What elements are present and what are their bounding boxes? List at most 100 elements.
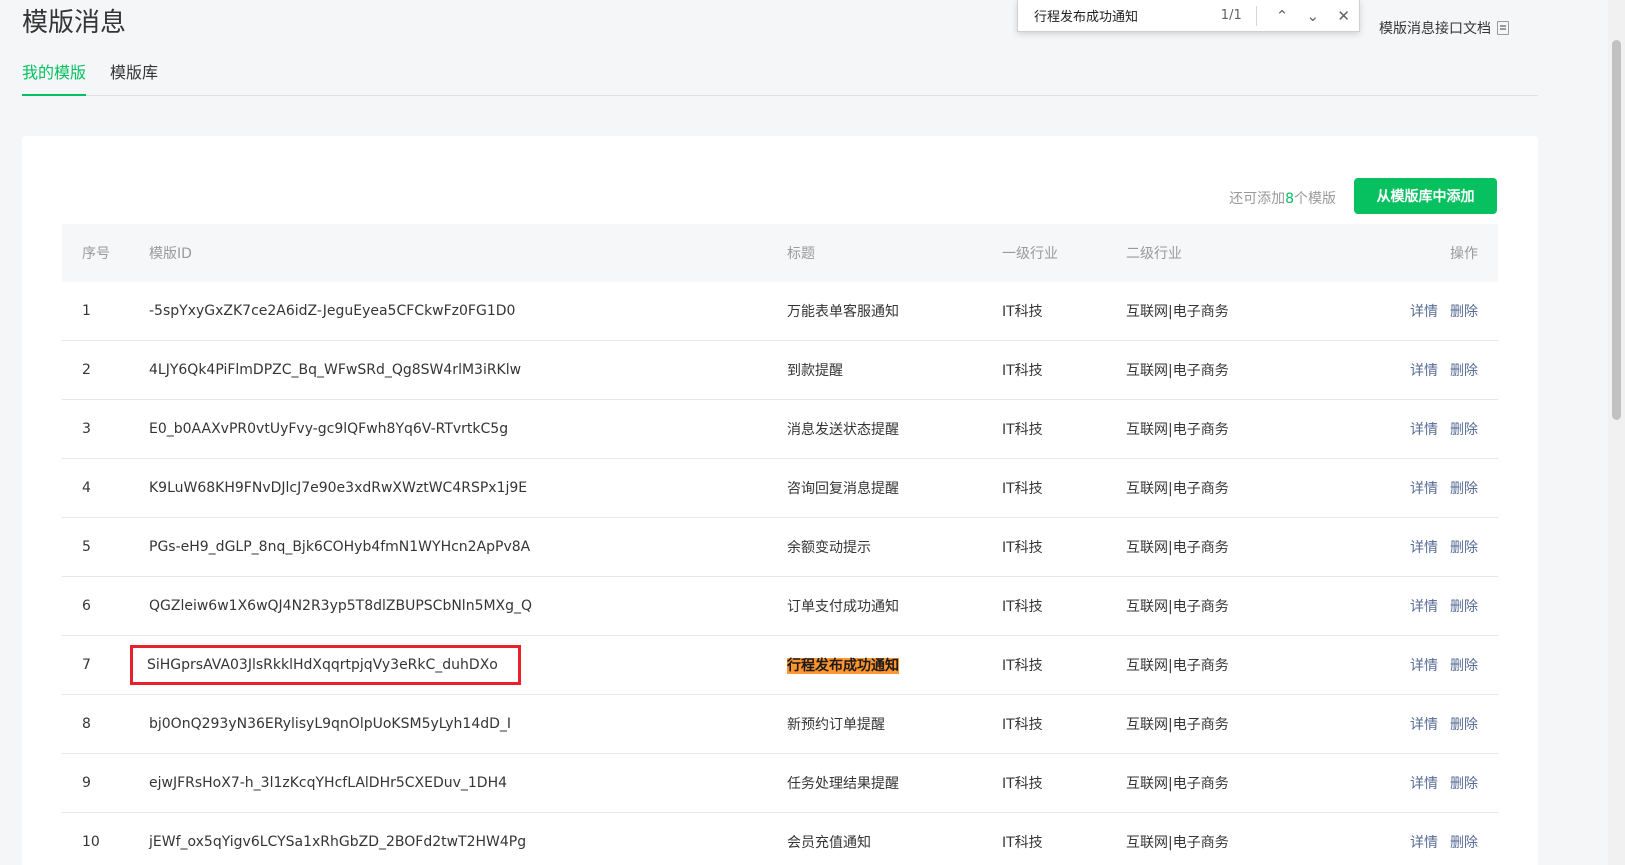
row-template-id: QGZleiw6w1X6wQJ4N2R3yp5T8dlZBUPSCbNln5MX… <box>149 598 533 614</box>
row-industry2: 互联网|电子商务 <box>1126 835 1229 851</box>
row-industry1: IT科技 <box>1002 481 1043 497</box>
detail-link[interactable]: 详情 <box>1410 717 1438 733</box>
row-template-id: 4LJY6Qk4PiFlmDPZC_Bq_WFwSRd_Qg8SW4rlM3iR… <box>149 362 522 378</box>
detail-link[interactable]: 详情 <box>1410 835 1438 851</box>
scrollbar-thumb[interactable] <box>1612 40 1621 420</box>
row-index: 5 <box>82 539 91 555</box>
row-template-id-cell: K9LuW68KH9FNvDJlcJ7e90e3xdRwXWztWC4RSPx1… <box>147 480 787 496</box>
row-industry2: 互联网|电子商务 <box>1126 540 1229 556</box>
remaining-quota-text: 还可添加8个模版 <box>1229 188 1336 208</box>
row-index: 10 <box>82 834 100 850</box>
api-doc-link[interactable]: 模版消息接口文档 <box>1379 18 1509 38</box>
row-industry2: 互联网|电子商务 <box>1126 658 1229 674</box>
row-template-id: -5spYxyGxZK7ce2A6idZ-JeguEyea5CFCkwFz0FG… <box>149 303 516 319</box>
find-previous-icon[interactable]: ⌃ <box>1267 7 1298 25</box>
api-doc-link-label: 模版消息接口文档 <box>1379 21 1491 37</box>
row-template-id-cell: E0_b0AAXvPR0vtUyFvy-gc9lQFwh8Yq6V-RTvrtk… <box>147 421 787 437</box>
row-template-id-cell: -5spYxyGxZK7ce2A6idZ-JeguEyea5CFCkwFz0FG… <box>147 303 787 319</box>
find-next-icon[interactable]: ⌄ <box>1297 7 1328 25</box>
delete-link[interactable]: 删除 <box>1450 540 1478 556</box>
row-title: 任务处理结果提醒 <box>787 776 899 792</box>
delete-link[interactable]: 删除 <box>1450 363 1478 379</box>
table-row: 3 E0_b0AAXvPR0vtUyFvy-gc9lQFwh8Yq6V-RTvrt… <box>62 400 1498 459</box>
row-industry2: 互联网|电子商务 <box>1126 304 1229 320</box>
row-industry1: IT科技 <box>1002 599 1043 615</box>
find-close-icon[interactable]: ✕ <box>1328 7 1359 25</box>
tab-bar: 我的模版 模版库 <box>22 60 1538 96</box>
tab-my-templates[interactable]: 我的模版 <box>22 60 87 96</box>
row-industry1: IT科技 <box>1002 717 1043 733</box>
row-industry1: IT科技 <box>1002 835 1043 851</box>
row-title-cell: 余额变动提示 <box>787 537 1002 557</box>
detail-link[interactable]: 详情 <box>1410 776 1438 792</box>
row-template-id: E0_b0AAXvPR0vtUyFvy-gc9lQFwh8Yq6V-RTvrtk… <box>149 421 509 437</box>
row-title: 余额变动提示 <box>787 540 871 556</box>
tab-template-library[interactable]: 模版库 <box>110 60 158 96</box>
row-title-cell: 订单支付成功通知 <box>787 596 1002 616</box>
row-template-id-cell: QGZleiw6w1X6wQJ4N2R3yp5T8dlZBUPSCbNln5MX… <box>147 598 787 614</box>
detail-link[interactable]: 详情 <box>1410 363 1438 379</box>
row-industry1: IT科技 <box>1002 422 1043 438</box>
delete-link[interactable]: 删除 <box>1450 481 1478 497</box>
table-header: 序号 模版ID 标题 一级行业 二级行业 操作 <box>62 224 1498 282</box>
row-index: 2 <box>82 362 91 378</box>
detail-link[interactable]: 详情 <box>1410 658 1438 674</box>
detail-link[interactable]: 详情 <box>1410 481 1438 497</box>
table-row: 6 QGZleiw6w1X6wQJ4N2R3yp5T8dlZBUPSCbNln5M… <box>62 577 1498 636</box>
row-index: 3 <box>82 421 91 437</box>
row-template-id: K9LuW68KH9FNvDJlcJ7e90e3xdRwXWztWC4RSPx1… <box>149 480 528 496</box>
row-template-id-cell: SiHGprsAVA03JlsRkklHdXqqrtpjqVy3eRkC_duh… <box>130 645 787 685</box>
table-row: 1 -5spYxyGxZK7ce2A6idZ-JeguEyea5CFCkwFz0F… <box>62 282 1498 341</box>
row-ops: 详情 删除 <box>1358 537 1498 557</box>
row-index: 6 <box>82 598 91 614</box>
row-industry1: IT科技 <box>1002 304 1043 320</box>
row-ops: 详情 删除 <box>1358 655 1498 675</box>
row-industry2: 互联网|电子商务 <box>1126 717 1229 733</box>
row-title-cell: 咨询回复消息提醒 <box>787 478 1002 498</box>
row-ops: 详情 删除 <box>1358 301 1498 321</box>
row-title-cell: 会员充值通知 <box>787 832 1002 852</box>
row-template-id-cell: jEWf_ox5qYigv6LCYSa1xRhGbZD_2BOFd2twT2HW… <box>147 834 787 850</box>
delete-link[interactable]: 删除 <box>1450 776 1478 792</box>
remaining-suffix: 个模版 <box>1294 191 1336 207</box>
template-table: 序号 模版ID 标题 一级行业 二级行业 操作 1 -5spYxyGxZK7ce2… <box>62 224 1498 865</box>
header-industry1: 一级行业 <box>1002 246 1058 262</box>
header-title: 标题 <box>787 246 815 262</box>
delete-link[interactable]: 删除 <box>1450 658 1478 674</box>
detail-link[interactable]: 详情 <box>1410 304 1438 320</box>
row-title: 消息发送状态提醒 <box>787 422 899 438</box>
header-index: 序号 <box>82 246 110 262</box>
row-title: 到款提醒 <box>787 363 843 379</box>
row-industry2: 互联网|电子商务 <box>1126 776 1229 792</box>
detail-link[interactable]: 详情 <box>1410 540 1438 556</box>
row-template-id: bj0OnQ293yN36ERylisyL9qnOlpUoKSM5yLyh14d… <box>149 716 512 732</box>
table-row: 4 K9LuW68KH9FNvDJlcJ7e90e3xdRwXWztWC4RSPx… <box>62 459 1498 518</box>
remaining-prefix: 还可添加 <box>1229 191 1286 207</box>
row-template-id: SiHGprsAVA03JlsRkklHdXqqrtpjqVy3eRkC_duh… <box>130 645 521 685</box>
detail-link[interactable]: 详情 <box>1410 599 1438 615</box>
row-title-cell: 到款提醒 <box>787 360 1002 380</box>
page-title: 模版消息 <box>22 8 127 38</box>
delete-link[interactable]: 删除 <box>1450 717 1478 733</box>
table-row: 8 bj0OnQ293yN36ERylisyL9qnOlpUoKSM5yLyh14… <box>62 695 1498 754</box>
row-template-id-cell: ejwJFRsHoX7-h_3l1zKcqYHcfLAlDHr5CXEDuv_1… <box>147 775 787 791</box>
row-template-id-cell: bj0OnQ293yN36ERylisyL9qnOlpUoKSM5yLyh14d… <box>147 716 787 732</box>
row-title: 新预约订单提醒 <box>787 717 885 733</box>
row-title-cell: 新预约订单提醒 <box>787 714 1002 734</box>
header-ops: 操作 <box>1450 246 1478 262</box>
find-input[interactable]: 行程发布成功通知 <box>1034 6 1203 25</box>
row-industry2: 互联网|电子商务 <box>1126 363 1229 379</box>
delete-link[interactable]: 删除 <box>1450 835 1478 851</box>
row-title-cell: 消息发送状态提醒 <box>787 419 1002 439</box>
row-ops: 详情 删除 <box>1358 773 1498 793</box>
row-title: 行程发布成功通知 <box>787 658 899 674</box>
row-title: 会员充值通知 <box>787 835 871 851</box>
detail-link[interactable]: 详情 <box>1410 422 1438 438</box>
row-template-id: PGs-eH9_dGLP_8nq_Bjk6COHyb4fmN1WYHcn2ApP… <box>149 539 531 555</box>
delete-link[interactable]: 删除 <box>1450 304 1478 320</box>
delete-link[interactable]: 删除 <box>1450 422 1478 438</box>
scrollbar[interactable] <box>1608 0 1625 865</box>
delete-link[interactable]: 删除 <box>1450 599 1478 615</box>
add-from-library-button[interactable]: 从模版库中添加 <box>1354 178 1497 214</box>
table-row: 5 PGs-eH9_dGLP_8nq_Bjk6COHyb4fmN1WYHcn2Ap… <box>62 518 1498 577</box>
